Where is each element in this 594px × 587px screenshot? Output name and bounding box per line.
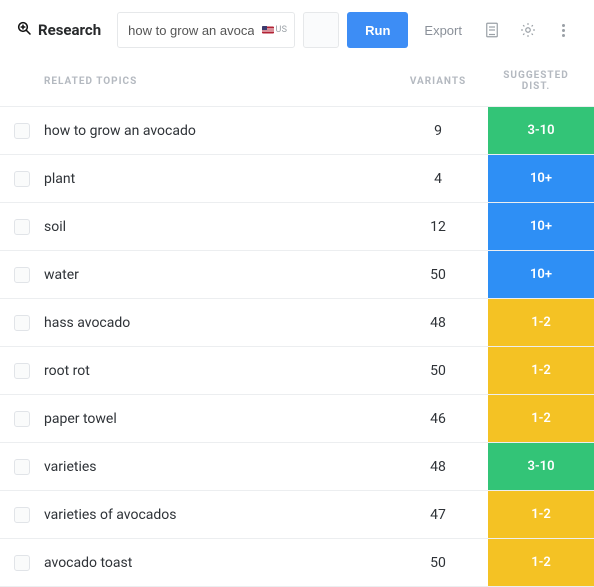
- row-checkbox[interactable]: [14, 171, 30, 187]
- table-row: varieties483-10: [0, 443, 594, 491]
- table-row: varieties of avocados471-2: [0, 491, 594, 539]
- row-variants: 48: [388, 299, 488, 346]
- row-suggested-dist: 1-2: [488, 491, 594, 538]
- row-variants: 46: [388, 395, 488, 442]
- brand: Research: [16, 20, 101, 40]
- row-suggested-dist: 3-10: [488, 443, 594, 490]
- run-button[interactable]: Run: [347, 12, 408, 48]
- more-vertical-icon: [558, 24, 569, 37]
- col-header-dist[interactable]: SUGGESTED DIST.: [488, 70, 594, 92]
- row-topic[interactable]: avocado toast: [44, 539, 388, 586]
- table-row: root rot501-2: [0, 347, 594, 395]
- row-suggested-dist: 1-2: [488, 347, 594, 394]
- row-checkbox[interactable]: [14, 315, 30, 331]
- row-variants: 48: [388, 443, 488, 490]
- row-variants: 50: [388, 539, 488, 586]
- row-suggested-dist: 1-2: [488, 539, 594, 586]
- row-variants: 50: [388, 347, 488, 394]
- row-topic[interactable]: paper towel: [44, 395, 388, 442]
- search-zoom-icon: [16, 20, 32, 40]
- locale-code: US: [276, 25, 288, 35]
- row-topic[interactable]: varieties of avocados: [44, 491, 388, 538]
- row-checkbox[interactable]: [14, 411, 30, 427]
- row-topic[interactable]: soil: [44, 203, 388, 250]
- table-header: RELATED TOPICS VARIANTS SUGGESTED DIST.: [0, 60, 594, 107]
- row-variants: 4: [388, 155, 488, 202]
- row-topic[interactable]: hass avocado: [44, 299, 388, 346]
- row-topic[interactable]: varieties: [44, 443, 388, 490]
- row-variants: 9: [388, 107, 488, 154]
- more-menu-button[interactable]: [550, 16, 578, 44]
- table-row: soil1210+: [0, 203, 594, 251]
- us-flag-icon: [262, 26, 274, 34]
- document-icon: [483, 21, 501, 39]
- row-topic[interactable]: root rot: [44, 347, 388, 394]
- table-row: how to grow an avocado93-10: [0, 107, 594, 155]
- row-suggested-dist: 3-10: [488, 107, 594, 154]
- locale-badge[interactable]: US: [262, 25, 288, 35]
- row-checkbox[interactable]: [14, 219, 30, 235]
- row-checkbox[interactable]: [14, 267, 30, 283]
- table-row: avocado toast501-2: [0, 539, 594, 587]
- table-row: hass avocado481-2: [0, 299, 594, 347]
- table-body: how to grow an avocado93-10plant410+soil…: [0, 107, 594, 587]
- row-suggested-dist: 10+: [488, 251, 594, 298]
- search-wrapper: US: [117, 12, 295, 48]
- row-topic[interactable]: water: [44, 251, 388, 298]
- row-checkbox[interactable]: [14, 507, 30, 523]
- settings-icon-button[interactable]: [514, 16, 542, 44]
- table-row: paper towel461-2: [0, 395, 594, 443]
- report-icon-button[interactable]: [478, 16, 506, 44]
- gear-icon: [519, 21, 537, 39]
- brand-label: Research: [38, 21, 101, 39]
- export-button[interactable]: Export: [416, 12, 470, 48]
- table-row: plant410+: [0, 155, 594, 203]
- row-variants: 47: [388, 491, 488, 538]
- topbar: Research US Run Export: [0, 0, 594, 60]
- row-checkbox[interactable]: [14, 363, 30, 379]
- row-suggested-dist: 10+: [488, 155, 594, 202]
- row-checkbox[interactable]: [14, 459, 30, 475]
- row-suggested-dist: 10+: [488, 203, 594, 250]
- row-topic[interactable]: how to grow an avocado: [44, 107, 388, 154]
- row-checkbox[interactable]: [14, 123, 30, 139]
- row-checkbox[interactable]: [14, 555, 30, 571]
- row-suggested-dist: 1-2: [488, 299, 594, 346]
- filter-button[interactable]: [303, 12, 339, 48]
- row-variants: 50: [388, 251, 488, 298]
- row-topic[interactable]: plant: [44, 155, 388, 202]
- table-row: water5010+: [0, 251, 594, 299]
- row-suggested-dist: 1-2: [488, 395, 594, 442]
- col-header-topics[interactable]: RELATED TOPICS: [44, 76, 388, 87]
- col-header-variants[interactable]: VARIANTS: [388, 76, 488, 87]
- row-variants: 12: [388, 203, 488, 250]
